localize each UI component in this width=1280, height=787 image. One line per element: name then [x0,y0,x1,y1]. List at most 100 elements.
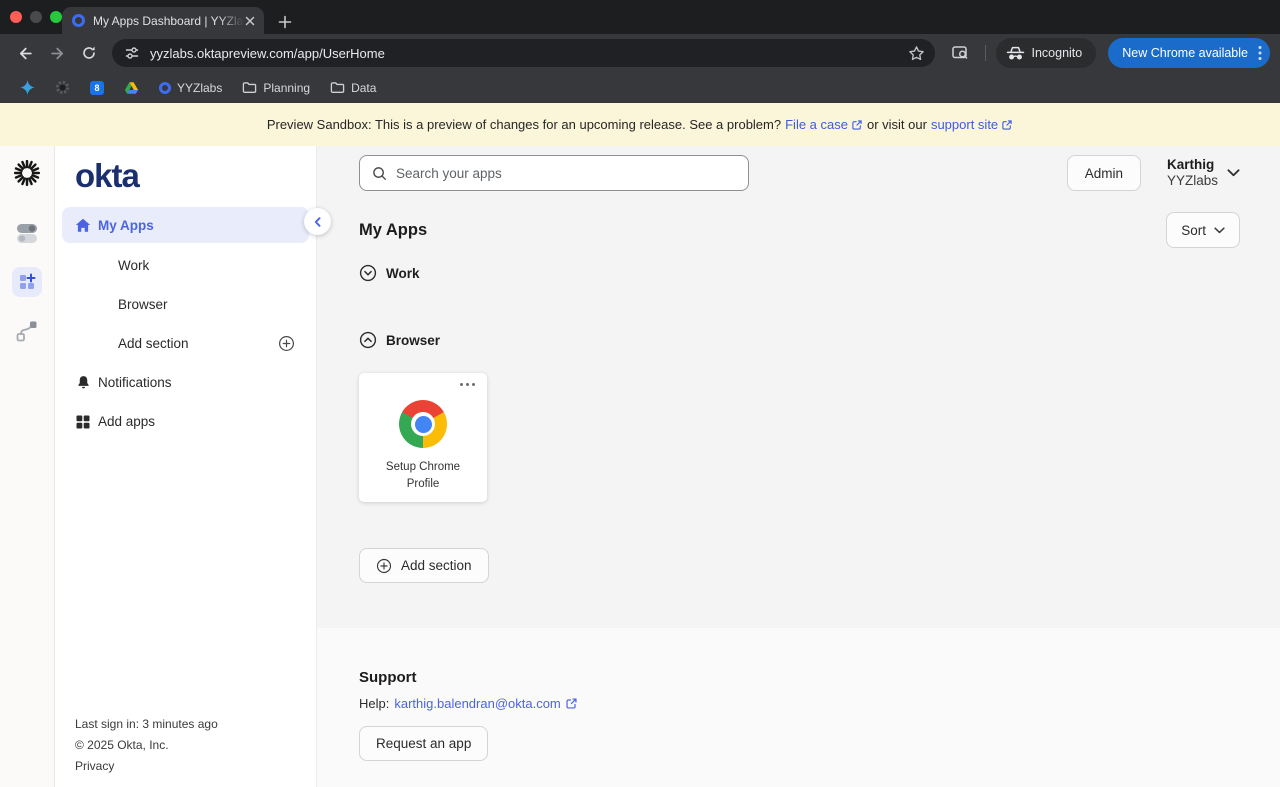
support-zone: Support Help: karthig.balendran@okta.com… [317,628,1280,787]
banner-text-mid: or visit our [867,117,927,132]
sidebar-item-browser[interactable]: Browser [55,285,316,324]
support-site-link[interactable]: support site [931,117,1013,132]
help-email: karthig.balendran@okta.com [394,696,560,711]
file-a-case-label: File a case [785,117,848,132]
sidebar-item-add-apps[interactable]: Add apps [55,402,316,441]
main-content: Admin Karthig YYZlabs My Apps Sort [317,146,1280,787]
sidebar-item-add-section[interactable]: Add section [55,324,316,363]
incognito-label: Incognito [1032,46,1083,60]
bell-icon [75,375,91,390]
sidebar-item-work[interactable]: Work [55,246,316,285]
admin-button[interactable]: Admin [1067,155,1141,191]
user-org: YYZlabs [1167,173,1218,189]
title-row: My Apps Sort [359,212,1240,248]
forward-icon[interactable] [42,38,72,68]
external-link-icon [851,119,863,131]
request-an-app-button[interactable]: Request an app [359,726,488,761]
incognito-icon [1006,46,1025,61]
sidebar-footer: Last sign in: 3 minutes ago © 2025 Okta,… [55,714,316,787]
sidebar-item-notifications[interactable]: Notifications [55,363,316,402]
plus-circle-icon [376,558,392,574]
gemini-bookmark-icon[interactable] [12,77,43,98]
zoom-window-button[interactable] [50,11,62,23]
search-input[interactable] [396,166,736,181]
file-a-case-link[interactable]: File a case [785,117,863,132]
bookmark-label: Data [351,81,376,95]
calendar-bookmark-icon[interactable]: 8 [82,78,112,98]
toggles-icon[interactable] [15,222,39,244]
section-work-toggle[interactable]: Work [359,264,1240,282]
folder-icon [330,81,345,94]
chevron-down-icon [1214,227,1225,234]
chrome-logo-icon [399,400,447,448]
page-title: My Apps [359,221,427,240]
help-label: Help: [359,696,389,711]
okta-bookmark-icon [159,82,171,94]
site-settings-icon[interactable] [124,45,140,61]
content-header: Admin Karthig YYZlabs [359,155,1240,191]
apps-add-icon[interactable] [12,267,42,297]
add-section-label: Add section [401,558,472,573]
okta-logo: okta [75,158,316,194]
plus-circle-icon[interactable] [278,335,295,352]
external-link-icon [1001,119,1013,131]
help-line: Help: karthig.balendran@okta.com [359,696,1240,711]
new-chrome-available-button[interactable]: New Chrome available [1108,38,1270,68]
tab-close-icon[interactable] [244,15,256,27]
incognito-badge: Incognito [996,38,1097,68]
tab-search-icon[interactable] [945,38,975,68]
update-pill-label: New Chrome available [1122,46,1248,60]
bookmark-star-icon[interactable] [908,45,925,62]
bookmark-label: Planning [263,81,310,95]
extension-rail [0,146,55,787]
gear-bookmark-icon[interactable] [47,77,78,98]
drive-bookmark-icon[interactable] [116,78,147,98]
chevron-left-icon [313,217,323,227]
minimize-window-button[interactable] [30,11,42,23]
chevron-down-icon [1227,169,1240,177]
sidebar-collapse-button[interactable] [304,208,331,235]
sidebar-item-label: My Apps [98,218,154,233]
preview-sandbox-banner: Preview Sandbox: This is a preview of ch… [0,103,1280,146]
apps-zone: Admin Karthig YYZlabs My Apps Sort [317,146,1280,628]
chevron-up-circle-icon [359,331,377,349]
app-search[interactable] [359,155,749,191]
bookmarks-bar: 8 YYZlabs Planning Data [0,72,1280,103]
reload-icon[interactable] [74,38,104,68]
bookmark-yyzlabs[interactable]: YYZlabs [151,78,230,98]
back-icon[interactable] [10,38,40,68]
section-label-browser: Browser [386,333,440,348]
section-browser-toggle[interactable]: Browser [359,331,1240,349]
bookmark-folder-planning[interactable]: Planning [234,78,318,98]
browser-tab[interactable]: My Apps Dashboard | YYZlab [62,7,264,34]
bookmark-folder-data[interactable]: Data [322,78,384,98]
browser-menu-icon[interactable] [1258,45,1262,61]
browser-toolbar: yyzlabs.oktapreview.com/app/UserHome Inc… [0,34,1280,72]
sort-label: Sort [1181,223,1206,238]
sort-button[interactable]: Sort [1166,212,1240,248]
sidebar-nav: My Apps Work Browser Add section Notific… [55,207,316,441]
sidebar-item-label: Notifications [98,375,172,390]
help-email-link[interactable]: karthig.balendran@okta.com [394,696,577,711]
new-tab-icon[interactable] [278,15,292,29]
tile-more-menu-icon[interactable] [456,379,479,390]
user-menu[interactable]: Karthig YYZlabs [1167,157,1240,189]
last-sign-in: Last sign in: 3 minutes ago [75,714,316,735]
app-tile-setup-chrome-profile[interactable]: Setup Chrome Profile [359,373,487,502]
sidebar-item-label: Add apps [98,414,155,429]
add-section-button[interactable]: Add section [359,548,489,583]
privacy-link[interactable]: Privacy [75,756,316,777]
url-bar[interactable]: yyzlabs.oktapreview.com/app/UserHome [112,39,935,67]
url-text[interactable]: yyzlabs.oktapreview.com/app/UserHome [150,46,908,61]
sidebar-item-my-apps[interactable]: My Apps [62,207,309,243]
app-tile-label: Setup Chrome Profile [373,459,473,492]
user-name: Karthig [1167,157,1218,173]
user-info: Karthig YYZlabs [1167,157,1218,189]
connector-icon[interactable] [15,319,39,343]
banner-text: Preview Sandbox: This is a preview of ch… [267,117,781,132]
home-icon [75,218,91,233]
bookmark-label: YYZlabs [177,81,222,95]
spinner-logo-icon[interactable] [13,159,41,187]
close-window-button[interactable] [10,11,22,23]
calendar-day: 8 [90,81,104,95]
